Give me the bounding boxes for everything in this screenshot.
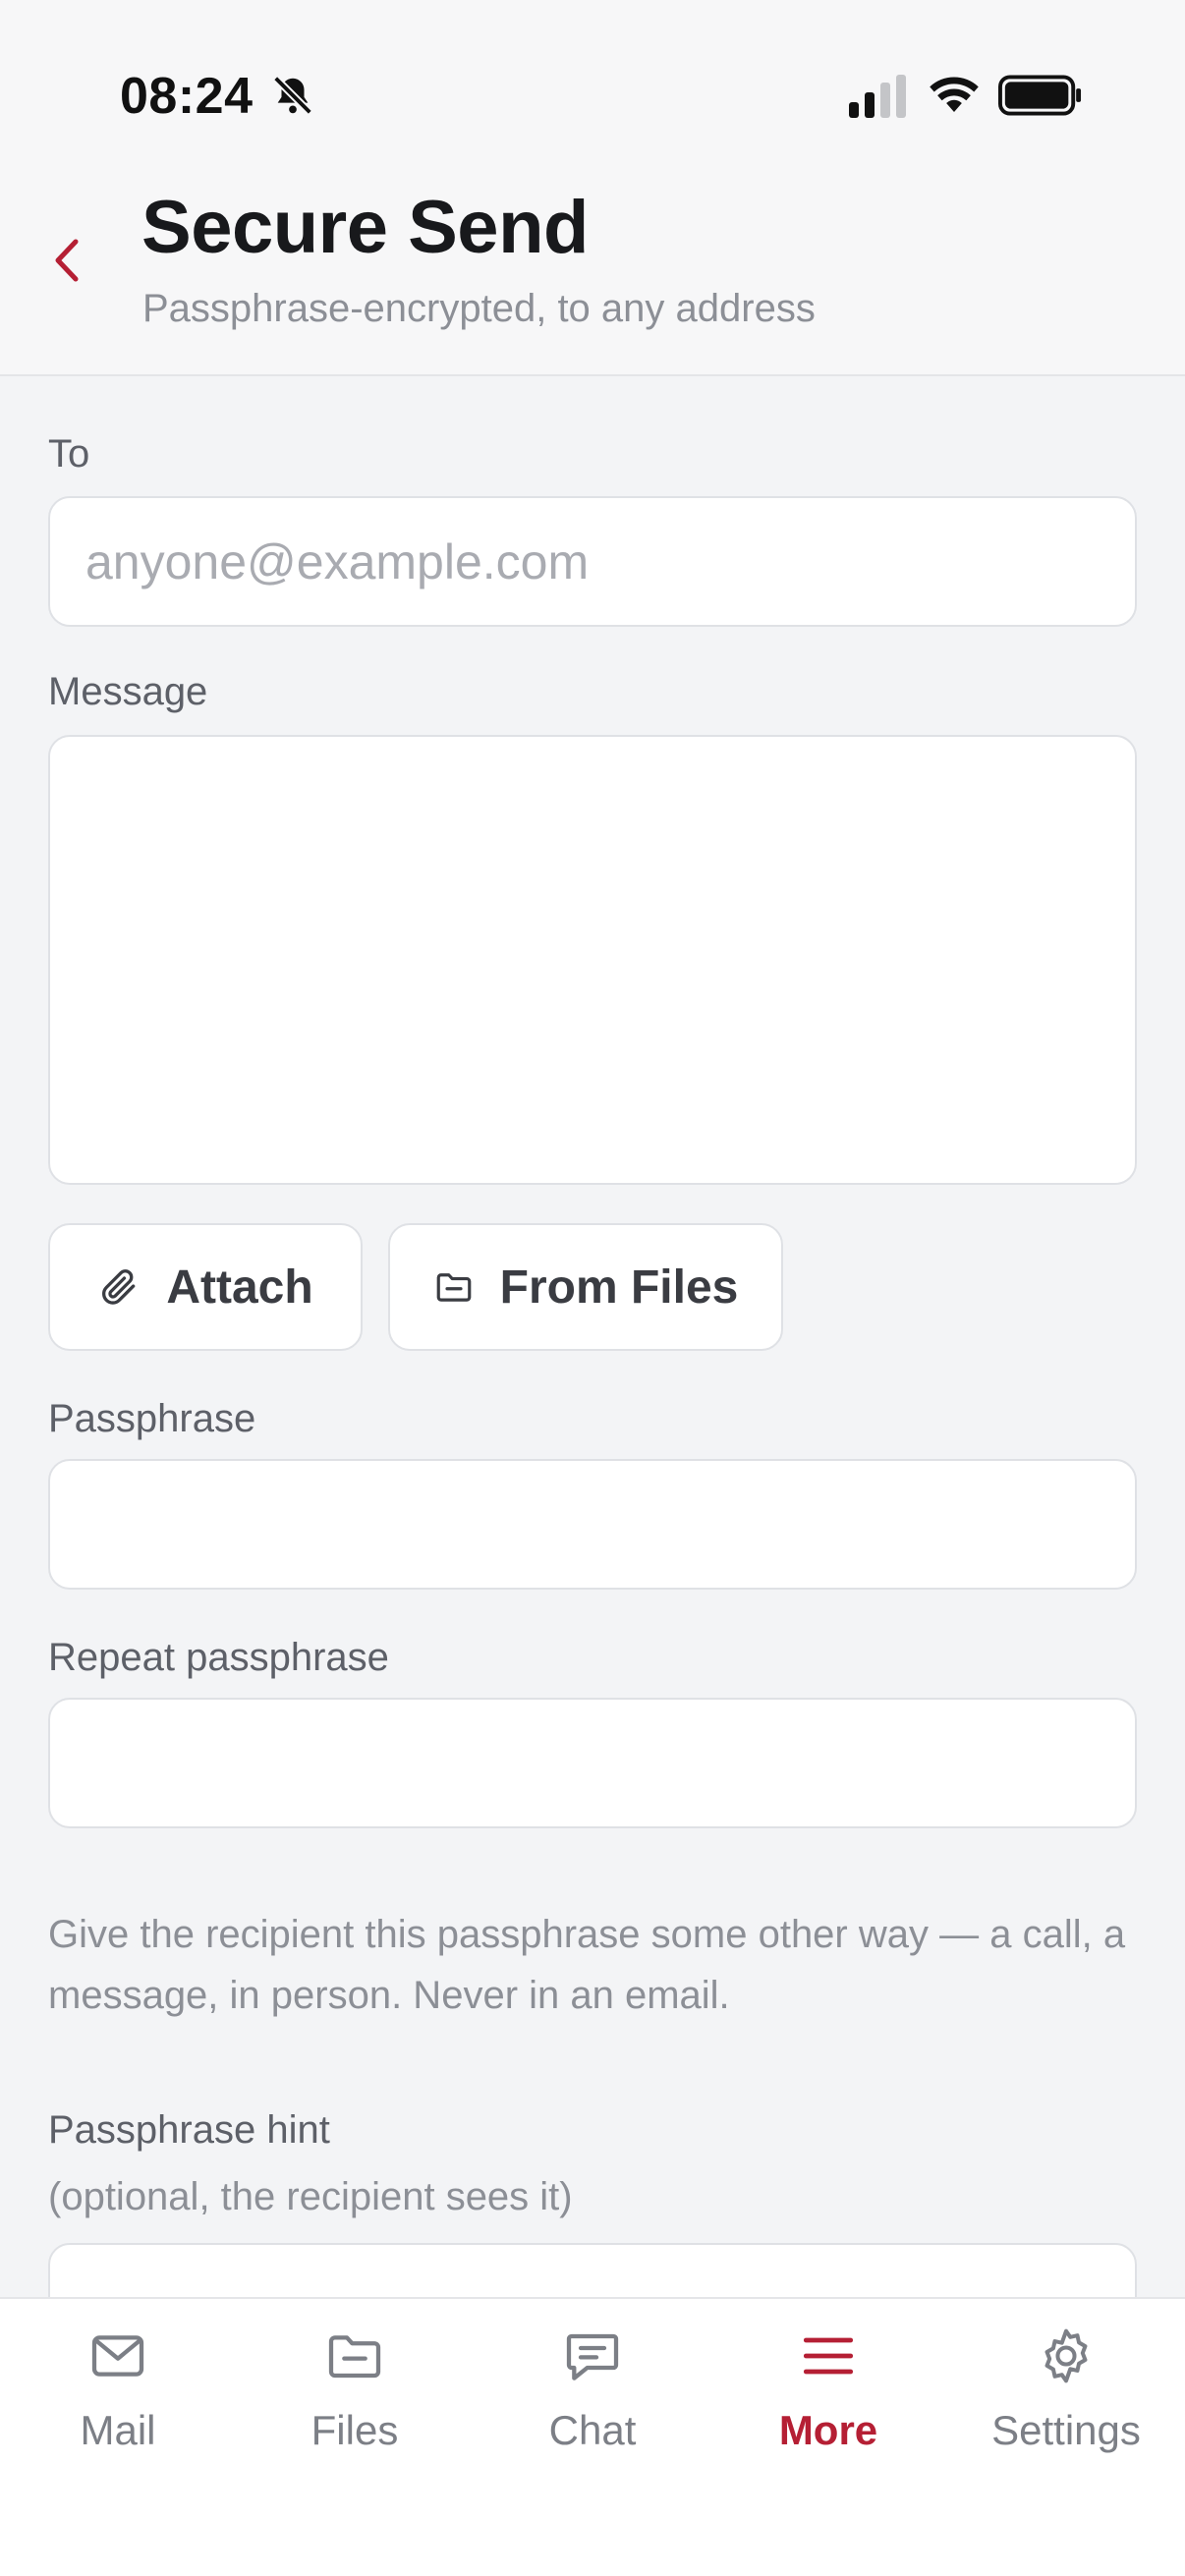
back-button[interactable] [39,228,94,293]
page-subtitle: Passphrase-encrypted, to any address [142,287,816,330]
from-files-label: From Files [499,1260,739,1314]
wifi-icon [930,77,979,112]
to-label: To [48,432,90,476]
attach-button[interactable]: Attach [48,1223,363,1351]
repeat-passphrase-label: Repeat passphrase [48,1636,389,1679]
tab-bar: Mail Files Chat More Settings [0,2297,1185,2576]
chat-icon [566,2333,619,2380]
passphrase-label: Passphrase [48,1397,256,1440]
passphrase-field[interactable] [48,1459,1137,1590]
page-title: Secure Send [141,186,589,269]
passphrase-input[interactable] [50,1461,1135,1588]
tab-files-label: Files [310,2407,399,2453]
tab-chat[interactable]: Chat [494,2324,691,2454]
tab-mail-label: Mail [80,2407,156,2453]
gear-icon [1044,2328,1088,2383]
passphrase-hint-sublabel: (optional, the recipient sees it) [48,2175,573,2218]
tab-settings-label: Settings [991,2407,1141,2453]
attach-label: Attach [166,1260,313,1314]
mail-icon [91,2335,144,2377]
repeat-passphrase-input[interactable] [50,1700,1135,1826]
tab-mail[interactable]: Mail [20,2324,216,2454]
chevron-left-icon [55,239,79,282]
tab-files[interactable]: Files [256,2324,453,2454]
tab-settings[interactable]: Settings [968,2324,1164,2454]
message-field[interactable] [48,735,1137,1185]
cellular-signal-icon [849,75,906,118]
status-time: 08:24 [120,68,254,125]
to-input[interactable] [50,498,1135,625]
paperclip-icon [102,1269,136,1305]
repeat-passphrase-field[interactable] [48,1698,1137,1828]
passphrase-helper-text: Give the recipient this passphrase some … [48,1913,1126,2017]
tab-more[interactable]: More [730,2324,927,2454]
to-field[interactable] [48,496,1137,627]
battery-icon [998,75,1082,116]
passphrase-hint-label: Passphrase hint [48,2108,330,2152]
tab-chat-label: Chat [548,2407,637,2453]
tab-more-label: More [778,2407,878,2453]
folder-icon [436,1273,471,1302]
message-textarea[interactable] [50,737,1135,1183]
silent-bell-icon [273,76,312,115]
message-label: Message [48,670,208,713]
menu-icon [803,2337,854,2375]
top-bar: 08:24 Secure Send Passphrase-encrypted, … [0,0,1185,376]
from-files-button[interactable]: From Files [388,1223,783,1351]
folder-icon [328,2335,381,2379]
